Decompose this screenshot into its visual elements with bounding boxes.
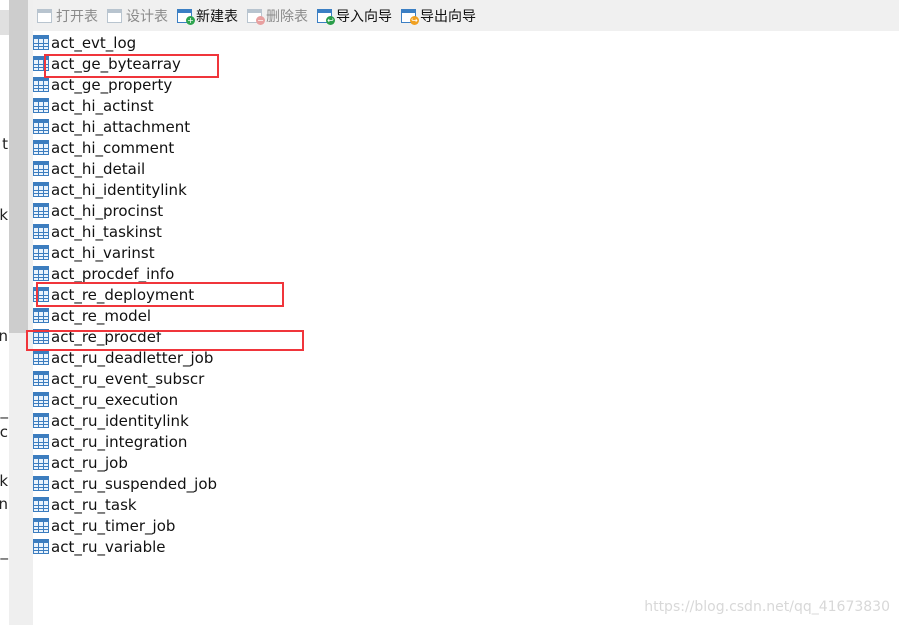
table-name: act_hi_attachment	[51, 117, 191, 136]
table-name: act_ge_property	[51, 75, 173, 94]
scrollbar-thumb[interactable]	[9, 0, 28, 333]
highlight-box	[36, 282, 284, 307]
table-name: act_ru_integration	[51, 432, 188, 451]
table-icon	[33, 182, 49, 197]
table-list-item[interactable]: act_ru_suspended_job	[33, 473, 217, 494]
table-list-item[interactable]: act_ru_integration	[33, 431, 217, 452]
watermark: https://blog.csdn.net/qq_41673830	[644, 599, 890, 615]
export-wizard-icon: ↪	[401, 8, 419, 25]
table-list-item[interactable]: act_ru_timer_job	[33, 515, 217, 536]
table-list-item[interactable]: act_ru_execution	[33, 389, 217, 410]
table-icon	[33, 98, 49, 113]
table-name: act_hi_comment	[51, 138, 175, 157]
table-list-item[interactable]: act_ru_task	[33, 494, 217, 515]
table-list-item[interactable]: act_ru_job	[33, 452, 217, 473]
table-list-item[interactable]: act_hi_comment	[33, 137, 217, 158]
export-wizard-button[interactable]: ↪ 导出向导	[401, 6, 476, 26]
table-name: act_hi_procinst	[51, 201, 164, 220]
toolbar: 打开表 设计表 + 新建表 − 删除表 ↩ 导入向导 ↪ 导出向导	[33, 0, 899, 31]
toolbar-label: 新建表	[196, 8, 238, 25]
table-icon	[33, 350, 49, 365]
table-list-item[interactable]: act_procdef_info	[33, 263, 217, 284]
table-icon	[33, 77, 49, 92]
toolbar-label: 导出向导	[420, 8, 476, 25]
toolbar-label: 打开表	[56, 8, 98, 25]
left-pane-selection	[0, 10, 9, 35]
highlight-box	[44, 54, 219, 78]
table-list-item[interactable]: act_hi_attachment	[33, 116, 217, 137]
highlight-box	[26, 330, 304, 351]
left-pane-text: k	[0, 206, 8, 224]
table-name: act_ru_job	[51, 453, 128, 472]
table-list-item[interactable]: act_hi_detail	[33, 158, 217, 179]
table-list-item[interactable]: act_evt_log	[33, 32, 217, 53]
table-icon	[33, 539, 49, 554]
table-icon	[33, 245, 49, 260]
table-name: act_hi_varinst	[51, 243, 155, 262]
table-name: act_hi_identitylink	[51, 180, 187, 199]
table-icon	[33, 203, 49, 218]
scrollbar[interactable]	[9, 0, 33, 625]
left-pane-text: sc	[0, 423, 8, 441]
left-pane: tkn_scknd_	[0, 0, 9, 625]
left-pane-text: _	[0, 401, 9, 419]
table-list-item[interactable]: act_hi_procinst	[33, 200, 217, 221]
toolbar-label: 删除表	[266, 8, 308, 25]
table-name: act_ru_execution	[51, 390, 179, 409]
table-list-item[interactable]: act_hi_taskinst	[33, 221, 217, 242]
table-icon	[33, 476, 49, 491]
table-icon	[33, 35, 49, 50]
design-table-button[interactable]: 设计表	[107, 6, 168, 26]
left-pane-text: n	[0, 495, 8, 513]
table-name: act_hi_actinst	[51, 96, 154, 115]
table-icon	[33, 392, 49, 407]
table-name: act_ru_deadletter_job	[51, 348, 214, 367]
table-icon	[33, 119, 49, 134]
table-name: act_hi_detail	[51, 159, 146, 178]
table-icon	[33, 455, 49, 470]
table-icon	[33, 434, 49, 449]
table-list-item[interactable]: act_ru_identitylink	[33, 410, 217, 431]
table-list-item[interactable]: act_ru_event_subscr	[33, 368, 217, 389]
table-name: act_evt_log	[51, 33, 137, 52]
table-name: act_procdef_info	[51, 264, 175, 283]
table-icon	[33, 224, 49, 239]
table-icon	[33, 413, 49, 428]
table-name: act_ru_suspended_job	[51, 474, 218, 493]
table-icon	[33, 497, 49, 512]
new-table-button[interactable]: + 新建表	[177, 6, 238, 26]
table-name: act_re_model	[51, 306, 152, 325]
open-table-button[interactable]: 打开表	[37, 6, 98, 26]
table-name: act_ru_variable	[51, 537, 166, 556]
table-icon	[33, 371, 49, 386]
import-wizard-icon: ↩	[317, 8, 335, 25]
design-table-icon	[107, 8, 122, 23]
table-icon	[33, 266, 49, 281]
new-table-icon: +	[177, 8, 195, 25]
table-icon	[33, 161, 49, 176]
table-icon	[33, 308, 49, 323]
table-name: act_ru_task	[51, 495, 137, 514]
table-list-item[interactable]: act_re_model	[33, 305, 217, 326]
import-wizard-button[interactable]: ↩ 导入向导	[317, 6, 392, 26]
table-icon	[33, 140, 49, 155]
left-pane-text: k	[0, 472, 8, 490]
table-list-item[interactable]: act_hi_varinst	[33, 242, 217, 263]
open-table-icon	[37, 8, 52, 23]
table-icon	[33, 518, 49, 533]
table-name: act_ru_event_subscr	[51, 369, 205, 388]
table-name: act_ru_timer_job	[51, 516, 176, 535]
table-list-item[interactable]: act_hi_identitylink	[33, 179, 217, 200]
left-pane-text: n	[0, 327, 8, 345]
table-name: act_hi_taskinst	[51, 222, 162, 241]
table-list-item[interactable]: act_ru_variable	[33, 536, 217, 557]
toolbar-label: 设计表	[126, 8, 168, 25]
table-list-item[interactable]: act_hi_actinst	[33, 95, 217, 116]
delete-table-icon: −	[247, 8, 265, 25]
delete-table-button[interactable]: − 删除表	[247, 6, 308, 26]
left-pane-text: t	[2, 135, 8, 153]
toolbar-label: 导入向导	[336, 8, 392, 25]
table-name: act_ru_identitylink	[51, 411, 189, 430]
left-pane-text: d_	[0, 542, 8, 560]
